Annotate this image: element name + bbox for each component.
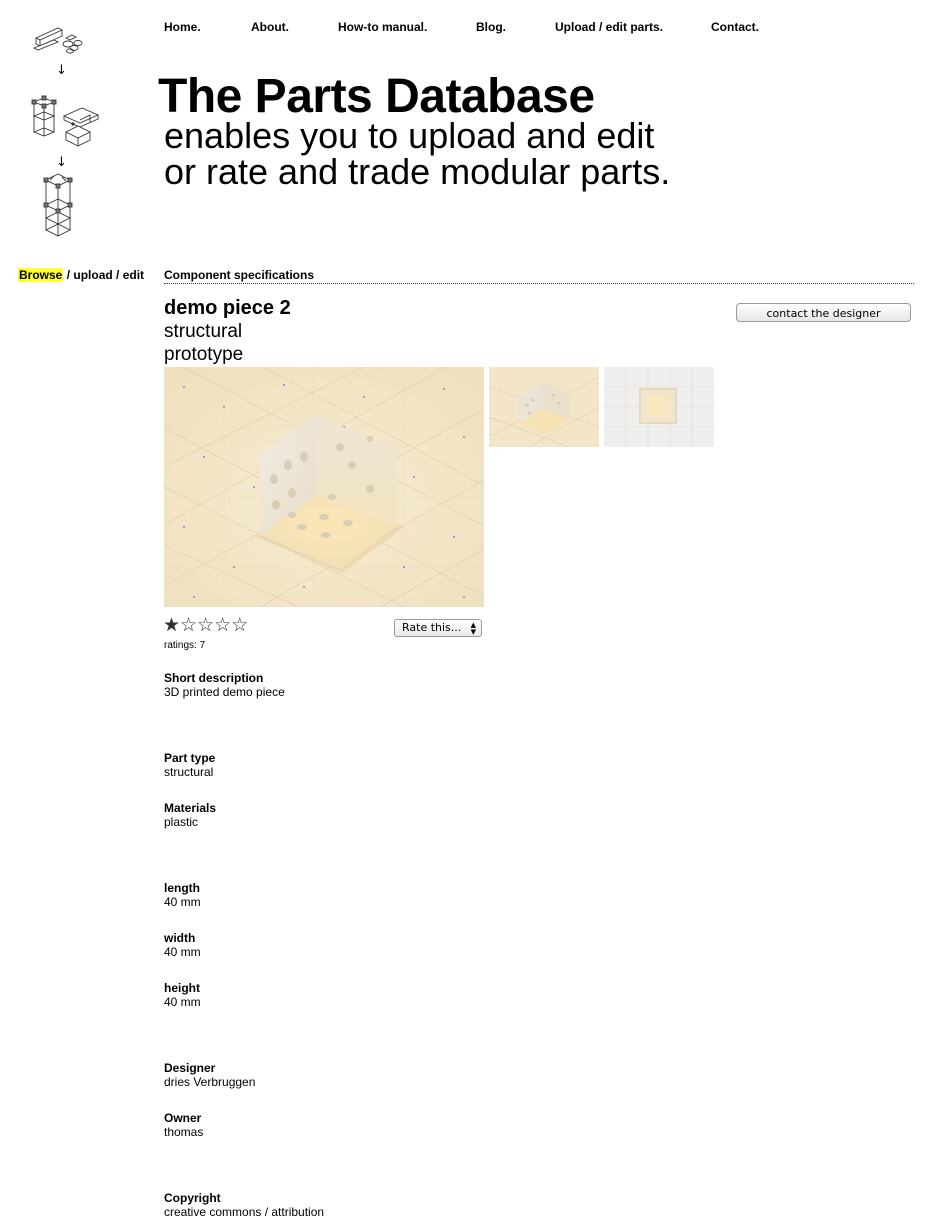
owner-label: Owner <box>164 1111 202 1125</box>
sidebar-separator: / <box>112 268 123 282</box>
height-value: 40 mm <box>164 995 201 1009</box>
short-description-value: 3D printed demo piece <box>164 685 285 699</box>
nav-about-link[interactable]: About. <box>251 20 289 34</box>
logo-arrow-1: ↓ <box>56 63 67 78</box>
nav-contact-link[interactable]: Contact. <box>711 20 759 34</box>
height-label: height <box>164 981 200 995</box>
designer-value: dries Verbruggen <box>164 1075 256 1089</box>
rating-stars: ★☆☆☆☆ <box>163 615 248 637</box>
thumbnail-render-2 <box>604 367 714 447</box>
tagline-line-2: or rate and trade modular parts. <box>164 151 671 192</box>
demo-piece-render <box>164 367 484 607</box>
tagline-line-1: enables you to upload and edit <box>164 115 655 156</box>
logo-arrow-2: ↓ <box>56 155 67 170</box>
nav-howto-link[interactable]: How-to manual. <box>338 20 427 34</box>
rating-star-4[interactable]: ☆ <box>214 615 231 636</box>
width-value: 40 mm <box>164 945 201 959</box>
rating-star-2[interactable]: ☆ <box>180 615 197 636</box>
part-stage-heading: prototype <box>164 344 244 365</box>
contact-designer-button[interactable]: contact the designer <box>736 303 911 322</box>
section-heading: Component specifications <box>164 268 914 284</box>
materials-value: plastic <box>164 815 199 829</box>
materials-label: Materials <box>164 801 217 815</box>
nav-upload-link[interactable]: Upload / edit parts. <box>555 20 663 34</box>
sidebar-separator: / <box>63 268 74 282</box>
sidebar-browse-link[interactable]: Browse <box>18 268 64 282</box>
width-label: width <box>164 931 196 945</box>
part-type-label: Part type <box>164 751 216 765</box>
thumbnail-render-1 <box>489 367 599 447</box>
sidebar-nav: Browse / upload / edit <box>18 268 144 282</box>
sidebar-upload-link[interactable]: upload <box>73 268 112 282</box>
rating-star-1[interactable]: ★ <box>163 615 180 636</box>
rate-select-label: Rate this... <box>402 621 462 634</box>
owner-value: thomas <box>164 1125 204 1139</box>
select-arrows-icon: ▲ ▼ <box>470 621 476 636</box>
part-thumbnail-2[interactable] <box>604 367 714 447</box>
nav-home-link[interactable]: Home. <box>164 20 201 34</box>
designer-label: Designer <box>164 1061 216 1075</box>
length-label: length <box>164 881 200 895</box>
site-logo[interactable]: ↓ ↓ <box>18 20 114 240</box>
rating-star-5[interactable]: ☆ <box>231 615 248 636</box>
part-type-value: structural <box>164 765 214 779</box>
part-name: demo piece 2 <box>164 297 291 319</box>
length-value: 40 mm <box>164 895 201 909</box>
part-type-heading: structural <box>164 321 243 342</box>
ratings-count: ratings: 7 <box>164 640 206 651</box>
sidebar-edit-link[interactable]: edit <box>123 268 144 282</box>
rating-star-3[interactable]: ☆ <box>197 615 214 636</box>
nav-blog-link[interactable]: Blog. <box>476 20 506 34</box>
site-tagline: enables you to upload and edit or rate a… <box>164 118 784 190</box>
short-description-label: Short description <box>164 671 264 685</box>
copyright-value: creative commons / attribution <box>164 1205 325 1219</box>
part-main-image[interactable] <box>164 367 484 607</box>
copyright-label: Copyright <box>164 1191 221 1205</box>
part-thumbnail-1[interactable] <box>489 367 599 447</box>
rate-this-select[interactable]: Rate this... ▲ ▼ <box>394 619 482 637</box>
parts-assembly-illustration <box>31 27 100 237</box>
